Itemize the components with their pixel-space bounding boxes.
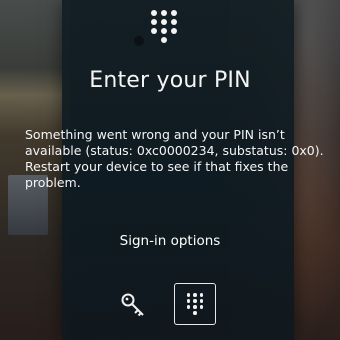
page-title: Enter your PIN (89, 68, 251, 93)
sign-in-options-link[interactable]: Sign-in options (0, 233, 340, 249)
camera-dot (134, 36, 144, 46)
error-message: Something went wrong and your PIN isn’t … (25, 127, 324, 190)
pin-keypad-icon (148, 9, 180, 43)
key-icon (121, 293, 144, 317)
pin-keypad-icon (186, 293, 204, 315)
password-option-button[interactable] (113, 285, 153, 325)
pin-option-button[interactable] (174, 283, 216, 325)
